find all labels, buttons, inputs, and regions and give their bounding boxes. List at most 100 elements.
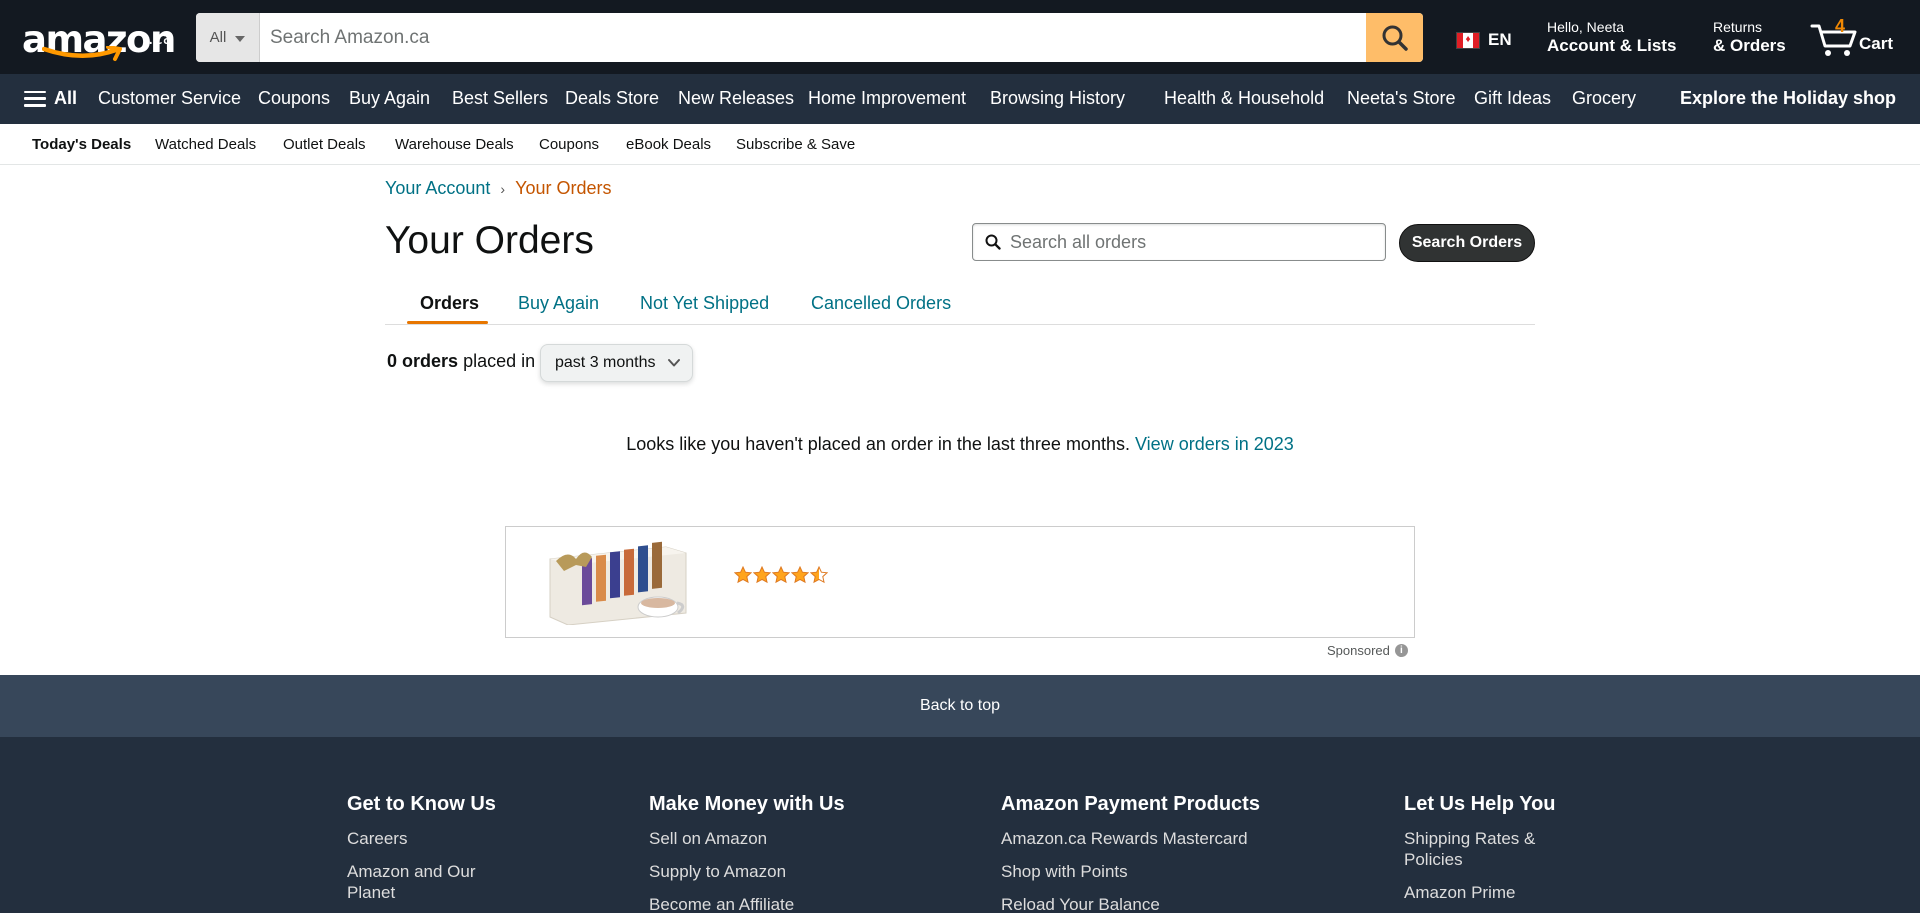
subnav-item-buy-again[interactable]: Buy Again <box>349 88 430 109</box>
active-tab-indicator <box>407 321 488 324</box>
footer-link-careers[interactable]: Careers <box>347 828 547 849</box>
subnav-item-browsing-history[interactable]: Browsing History <box>990 88 1125 109</box>
smile-arrow-icon <box>42 46 122 61</box>
subnav-item-coupons[interactable]: Coupons <box>258 88 330 109</box>
orders-tabs: Orders Buy Again Not Yet Shipped Cancell… <box>385 287 1535 325</box>
deals-subnav: Today's Deals Watched Deals Outlet Deals… <box>0 124 1920 165</box>
footer-column-payment-products: Amazon Payment Products Amazon.ca Reward… <box>1001 793 1321 913</box>
placed-in-label: placed in <box>463 351 536 371</box>
tab-orders[interactable]: Orders <box>420 293 479 314</box>
logo-tld: .ca <box>148 29 174 49</box>
cart-link[interactable]: 4 Cart <box>1810 16 1910 60</box>
star-full-icon <box>734 566 752 584</box>
tab-buy-again[interactable]: Buy Again <box>518 293 599 314</box>
orders-search-input[interactable] <box>1010 231 1370 253</box>
returns-orders-link[interactable]: Returns & Orders <box>1713 19 1786 56</box>
breadcrumb-separator: › <box>500 180 506 197</box>
canada-flag-icon: ♦ <box>1456 31 1480 49</box>
footer-link-points[interactable]: Shop with Points <box>1001 861 1321 882</box>
footer-column-title: Make Money with Us <box>649 793 845 815</box>
tab-not-yet-shipped[interactable]: Not Yet Shipped <box>640 293 769 314</box>
footer-link-our-planet[interactable]: Amazon and Our Planet <box>347 861 507 903</box>
chevron-down-icon <box>668 359 680 367</box>
breadcrumb-your-orders[interactable]: Your Orders <box>515 178 611 199</box>
footer-link-shipping-rates[interactable]: Shipping Rates & Policies <box>1404 828 1564 870</box>
footer-link-sell[interactable]: Sell on Amazon <box>649 828 929 849</box>
sponsored-text: Sponsored <box>1327 643 1390 658</box>
subnav-item-deals-store[interactable]: Deals Store <box>565 88 659 109</box>
search-orders-button[interactable]: Search Orders <box>1399 224 1535 262</box>
subnav-item-new-releases[interactable]: New Releases <box>678 88 794 109</box>
cart-count-badge: 4 <box>1835 16 1846 36</box>
footer-column-title: Get to Know Us <box>347 793 496 815</box>
amazon-logo[interactable]: amazon .ca <box>22 18 176 62</box>
deals-item-todays-deals[interactable]: Today's Deals <box>32 136 131 153</box>
info-icon[interactable]: i <box>1394 644 1408 657</box>
time-period-dropdown[interactable]: past 3 months <box>540 344 693 382</box>
deals-item-ebook-deals[interactable]: eBook Deals <box>626 136 711 153</box>
deals-item-subscribe-save[interactable]: Subscribe & Save <box>736 136 855 153</box>
tab-cancelled-orders[interactable]: Cancelled Orders <box>811 293 951 314</box>
subnav-item-health-household[interactable]: Health & Household <box>1164 88 1324 109</box>
subnav-item-customer-service[interactable]: Customer Service <box>98 88 241 109</box>
footer-link-reload[interactable]: Reload Your Balance <box>1001 894 1321 913</box>
deals-item-watched-deals[interactable]: Watched Deals <box>155 136 256 153</box>
search-icon <box>1382 25 1408 51</box>
category-navbar: All Customer Service Coupons Buy Again B… <box>0 74 1920 124</box>
language-selector[interactable]: ♦ EN <box>1456 30 1512 50</box>
time-period-value: past 3 months <box>555 354 656 371</box>
orders-count-line: 0 orders placed in <box>387 351 535 372</box>
account-menu[interactable]: Hello, Neeta Account & Lists <box>1547 19 1676 56</box>
search-icon <box>985 234 1001 250</box>
main-search-input[interactable] <box>260 13 1366 62</box>
subnav-item-best-sellers[interactable]: Best Sellers <box>452 88 548 109</box>
footer-column-make-money: Make Money with Us Sell on Amazon Supply… <box>649 793 929 913</box>
footer-column-help: Let Us Help You Shipping Rates & Policie… <box>1404 793 1564 913</box>
footer-link-supply[interactable]: Supply to Amazon <box>649 861 929 882</box>
account-lists-label: Account & Lists <box>1547 36 1677 55</box>
top-navbar: amazon .ca All ♦ EN Hello, Neeta Account… <box>0 0 1920 74</box>
star-full-icon <box>753 566 771 584</box>
deals-item-coupons[interactable]: Coupons <box>539 136 599 153</box>
all-menu-label: All <box>54 88 78 108</box>
sponsored-product-card[interactable] <box>505 526 1415 638</box>
empty-orders-message: Looks like you haven't placed an order i… <box>0 434 1920 455</box>
account-greeting: Hello, Neeta <box>1547 19 1625 35</box>
caret-down-icon <box>235 35 246 42</box>
subnav-item-gift-ideas[interactable]: Gift Ideas <box>1474 88 1551 109</box>
subnav-item-home-improvement[interactable]: Home Improvement <box>808 88 966 109</box>
main-search-bar: All <box>196 13 1423 62</box>
footer-link-prime[interactable]: Amazon Prime <box>1404 882 1564 903</box>
hamburger-icon <box>24 90 46 107</box>
page-title: Your Orders <box>385 219 594 262</box>
holiday-shop-link[interactable]: Explore the Holiday shop <box>1680 88 1896 109</box>
breadcrumb-your-account[interactable]: Your Account <box>385 178 490 199</box>
orders-count: 0 orders <box>387 351 459 371</box>
view-orders-2023-link[interactable]: View orders in 2023 <box>1135 434 1294 454</box>
footer-link-mastercard[interactable]: Amazon.ca Rewards Mastercard <box>1001 828 1321 849</box>
deals-item-warehouse-deals[interactable]: Warehouse Deals <box>395 136 514 153</box>
footer: Get to Know Us Careers Amazon and Our Pl… <box>0 737 1920 913</box>
language-label: EN <box>1488 30 1512 49</box>
star-full-icon <box>772 566 790 584</box>
search-submit-button[interactable] <box>1366 13 1423 62</box>
all-menu-button[interactable]: All <box>24 88 77 109</box>
search-category-label: All <box>209 29 227 46</box>
cart-label: Cart <box>1859 34 1894 53</box>
orders-label: & Orders <box>1713 36 1786 55</box>
deals-item-outlet-deals[interactable]: Outlet Deals <box>283 136 366 153</box>
orders-search-box <box>972 223 1386 261</box>
empty-orders-text: Looks like you haven't placed an order i… <box>626 434 1130 454</box>
subnav-item-store[interactable]: Neeta's Store <box>1347 88 1456 109</box>
footer-column-title: Amazon Payment Products <box>1001 793 1260 815</box>
subnav-item-grocery[interactable]: Grocery <box>1572 88 1636 109</box>
back-to-top-button[interactable]: Back to top <box>0 675 1920 737</box>
star-full-icon <box>791 566 809 584</box>
star-half-icon <box>810 566 828 584</box>
search-category-dropdown[interactable]: All <box>196 13 260 62</box>
footer-link-affiliate[interactable]: Become an Affiliate <box>649 894 929 913</box>
breadcrumb: Your Account › Your Orders <box>385 178 611 199</box>
cart-icon <box>1810 24 1857 56</box>
returns-label: Returns <box>1713 19 1763 35</box>
sponsored-label[interactable]: Sponsored i <box>1327 643 1408 658</box>
